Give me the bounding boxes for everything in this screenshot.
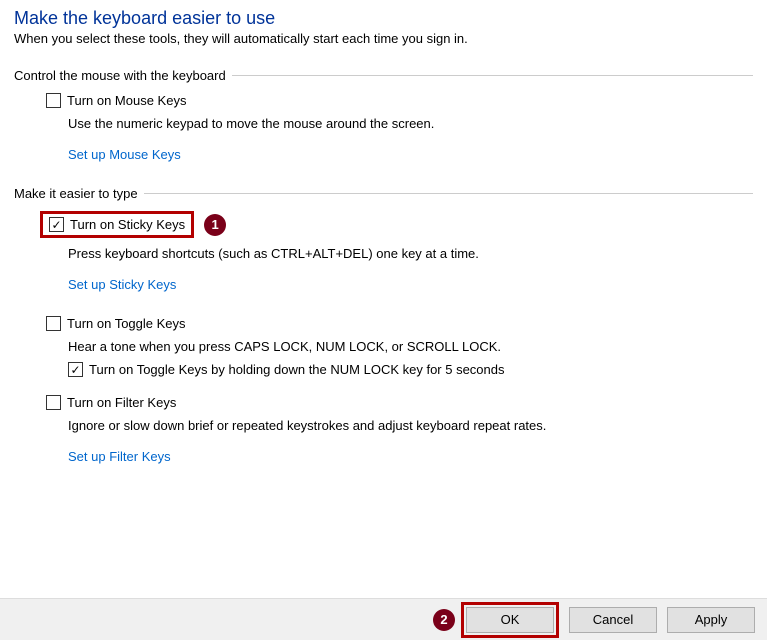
sticky-keys-label: Turn on Sticky Keys bbox=[70, 217, 185, 232]
page-title: Make the keyboard easier to use bbox=[14, 8, 753, 29]
sticky-keys-highlight: Turn on Sticky Keys bbox=[40, 211, 194, 238]
page-subtitle: When you select these tools, they will a… bbox=[14, 31, 753, 46]
mouse-keys-checkbox[interactable] bbox=[46, 93, 61, 108]
apply-button[interactable]: Apply bbox=[667, 607, 755, 633]
setup-filter-keys-link[interactable]: Set up Filter Keys bbox=[68, 449, 171, 464]
toggle-keys-label: Turn on Toggle Keys bbox=[67, 316, 186, 331]
filter-keys-label: Turn on Filter Keys bbox=[67, 395, 176, 410]
cancel-button[interactable]: Cancel bbox=[569, 607, 657, 633]
button-bar: 2 OK Cancel Apply bbox=[0, 598, 767, 640]
callout-2: 2 bbox=[433, 609, 455, 631]
toggle-keys-hold-checkbox[interactable] bbox=[68, 362, 83, 377]
ok-button[interactable]: OK bbox=[466, 607, 554, 633]
setup-sticky-keys-link[interactable]: Set up Sticky Keys bbox=[68, 277, 176, 292]
mouse-keys-desc: Use the numeric keypad to move the mouse… bbox=[68, 116, 753, 131]
filter-keys-checkbox[interactable] bbox=[46, 395, 61, 410]
sticky-keys-checkbox[interactable] bbox=[49, 217, 64, 232]
ok-highlight: OK bbox=[461, 602, 559, 638]
group-mouse-header: Control the mouse with the keyboard bbox=[14, 68, 753, 83]
toggle-keys-desc: Hear a tone when you press CAPS LOCK, NU… bbox=[68, 339, 753, 354]
mouse-keys-label: Turn on Mouse Keys bbox=[67, 93, 186, 108]
filter-keys-desc: Ignore or slow down brief or repeated ke… bbox=[68, 418, 753, 433]
group-type-header: Make it easier to type bbox=[14, 186, 753, 201]
setup-mouse-keys-link[interactable]: Set up Mouse Keys bbox=[68, 147, 181, 162]
sticky-keys-desc: Press keyboard shortcuts (such as CTRL+A… bbox=[68, 246, 753, 261]
toggle-keys-hold-label: Turn on Toggle Keys by holding down the … bbox=[89, 362, 505, 377]
callout-1: 1 bbox=[204, 214, 226, 236]
toggle-keys-checkbox[interactable] bbox=[46, 316, 61, 331]
